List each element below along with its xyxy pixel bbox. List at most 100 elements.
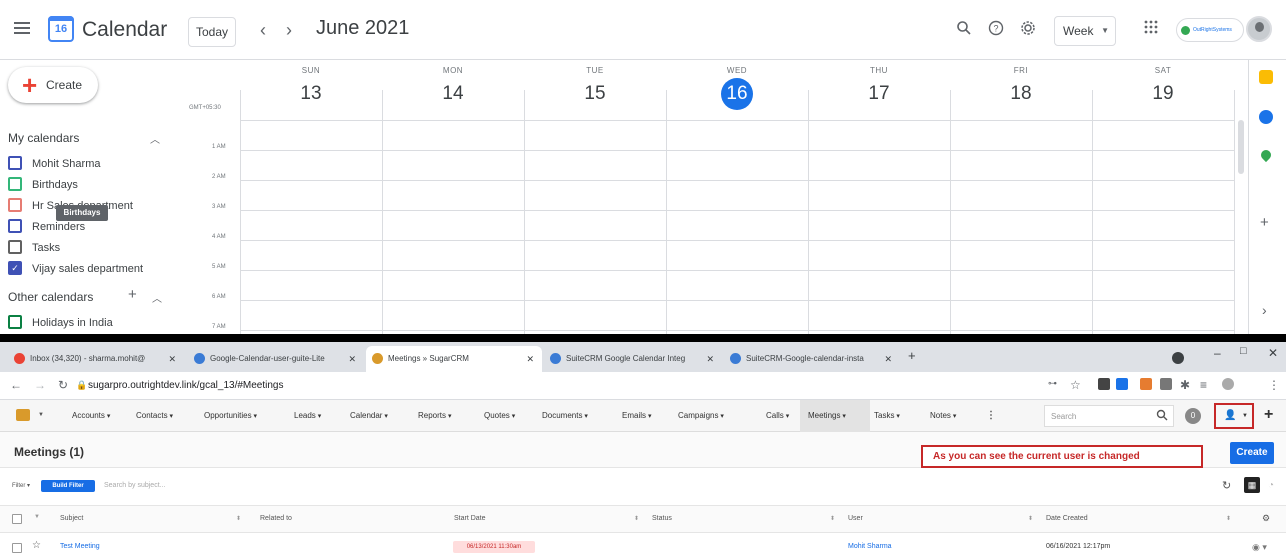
day-header-sat[interactable]: SAT 19 — [1092, 66, 1234, 105]
forward-icon[interactable]: → — [34, 378, 46, 392]
chevron-down-icon[interactable]: ▼ — [34, 514, 40, 520]
my-calendars-heading[interactable]: My calendars — [8, 131, 79, 145]
lock-icon[interactable]: 🔒 — [76, 380, 87, 391]
scrollbar[interactable] — [1238, 120, 1244, 174]
day-header-mon[interactable]: MON 14 — [382, 66, 524, 105]
minimize-icon[interactable]: – — [1214, 346, 1221, 360]
refresh-icon[interactable]: ↻ — [1222, 479, 1231, 492]
day-header-fri[interactable]: FRI 18 — [950, 66, 1092, 105]
nav-item-quotes[interactable]: Quotes ▾ — [484, 411, 515, 420]
extension-icon[interactable] — [1160, 378, 1172, 390]
day-number[interactable]: 13 — [240, 83, 382, 105]
sort-icon[interactable]: ⬍ — [830, 515, 835, 522]
column-date-created[interactable]: Date Created — [1046, 515, 1088, 522]
nav-item-accounts[interactable]: Accounts ▾ — [72, 411, 110, 420]
extension-icon[interactable] — [1140, 378, 1152, 390]
today-button[interactable]: Today — [188, 17, 236, 47]
sort-icon[interactable]: ⬍ — [634, 515, 639, 522]
favorite-star-icon[interactable]: ☆ — [32, 540, 41, 551]
nav-item-campaigns[interactable]: Campaigns ▾ — [678, 411, 724, 420]
chrome-menu-icon[interactable]: ⋮ — [1268, 378, 1280, 392]
expand-panel-chevron-icon[interactable]: › — [1262, 302, 1267, 318]
other-calendars-heading[interactable]: Other calendars — [8, 290, 93, 304]
nav-item-emails[interactable]: Emails ▾ — [622, 411, 651, 420]
search-subject-input[interactable]: Search by subject... — [104, 482, 165, 489]
url-input[interactable]: sugarpro.outrightdev.link/gcal_13/#Meeti… — [88, 380, 284, 391]
collapse-chevron-icon[interactable]: ︿ — [152, 290, 162, 305]
new-tab-plus-icon[interactable]: + — [908, 348, 916, 363]
create-event-button[interactable]: + Create — [8, 67, 98, 103]
sort-icon[interactable]: ⬍ — [1028, 515, 1033, 522]
column-user[interactable]: User — [848, 515, 863, 522]
filter-dropdown[interactable]: Filter ▾ — [12, 482, 30, 489]
calendar-checkbox[interactable] — [8, 219, 22, 233]
view-selector[interactable]: Week ▼ — [1054, 16, 1116, 46]
create-button[interactable]: Create — [1230, 442, 1274, 464]
calendar-checkbox[interactable] — [8, 177, 22, 191]
calendar-checkbox[interactable] — [8, 315, 22, 329]
global-search-input[interactable]: Search — [1044, 405, 1174, 427]
day-number[interactable]: 19 — [1092, 83, 1234, 105]
nav-item-contacts[interactable]: Contacts ▾ — [136, 411, 173, 420]
notification-badge[interactable]: 0 — [1185, 408, 1201, 424]
browser-tab[interactable]: Meetings » SugarCRM ✕ — [366, 346, 542, 372]
search-icon[interactable] — [1156, 408, 1168, 426]
browser-tab[interactable]: Inbox (34,320) - sharma.mohit@ ✕ — [8, 346, 184, 372]
day-number[interactable]: 18 — [950, 83, 1092, 105]
help-icon[interactable]: ? — [988, 20, 1004, 41]
row-subject-link[interactable]: Test Meeting — [60, 543, 100, 550]
column-start-date[interactable]: Start Date — [454, 515, 486, 522]
tasks-icon[interactable] — [1259, 110, 1273, 124]
reading-list-icon[interactable]: ≡ — [1200, 378, 1207, 392]
row-user-link[interactable]: Mohit Sharma — [848, 543, 892, 550]
day-header-wed[interactable]: WED 16 — [666, 66, 808, 110]
row-preview-eye-icon[interactable]: ◉ ▾ — [1252, 542, 1267, 553]
sort-icon[interactable]: ⬍ — [1226, 515, 1231, 522]
column-subject[interactable]: Subject — [60, 515, 83, 522]
day-number[interactable]: 15 — [524, 83, 666, 105]
day-header-sun[interactable]: SUN 13 — [240, 66, 382, 105]
close-tab-icon[interactable]: ✕ — [526, 346, 534, 372]
settings-gear-icon[interactable] — [1020, 20, 1036, 41]
add-calendar-plus-icon[interactable]: + — [128, 286, 137, 303]
browser-tab[interactable]: SuiteCRM Google Calendar Integ ✕ — [544, 346, 722, 372]
chevron-down-icon[interactable]: ▼ — [38, 412, 44, 418]
day-number[interactable]: 14 — [382, 83, 524, 105]
close-tab-icon[interactable]: ✕ — [168, 346, 176, 372]
collapse-chevron-icon[interactable]: ︿ — [150, 131, 160, 146]
sort-icon[interactable]: ⬍ — [236, 515, 241, 522]
checked-checkbox-icon[interactable]: ✓ — [8, 261, 22, 275]
column-settings-gear-icon[interactable]: ⚙ — [1262, 513, 1270, 524]
sugarcrm-logo-icon[interactable] — [16, 409, 30, 421]
nav-item-meetings[interactable]: Meetings ▾ — [808, 411, 846, 420]
next-week-icon[interactable]: › — [286, 20, 292, 41]
calendar-checkbox[interactable] — [8, 198, 22, 212]
calendar-checkbox[interactable] — [8, 240, 22, 254]
puzzle-extensions-icon[interactable]: ✱ — [1180, 378, 1190, 392]
user-menu-highlight[interactable]: 👤 ▼ — [1214, 403, 1254, 429]
column-status[interactable]: Status — [652, 515, 672, 522]
calendar-checkbox[interactable] — [8, 156, 22, 170]
apps-grid-icon[interactable] — [1144, 20, 1158, 39]
day-number[interactable]: 17 — [808, 83, 950, 105]
nav-item-reports[interactable]: Reports ▾ — [418, 411, 451, 420]
gmail-extension-icon[interactable] — [1098, 378, 1110, 390]
add-addon-plus-icon[interactable]: + — [1260, 214, 1269, 231]
close-tab-icon[interactable]: ✕ — [884, 346, 892, 372]
extension-icon[interactable] — [1116, 378, 1128, 390]
more-menu-icon[interactable]: ⋮ — [986, 410, 996, 421]
column-related-to[interactable]: Related to — [260, 515, 292, 522]
browser-tab[interactable]: Google-Calendar-user-guite-Lite ✕ — [188, 346, 364, 372]
profile-icon[interactable] — [1172, 352, 1184, 364]
nav-item-notes[interactable]: Notes ▾ — [930, 411, 956, 420]
key-icon[interactable]: ⊶ — [1048, 378, 1057, 389]
build-filter-button[interactable]: Build Filter — [41, 480, 95, 492]
close-tab-icon[interactable]: ✕ — [348, 346, 356, 372]
nav-item-calendar[interactable]: Calendar ▾ — [350, 411, 388, 420]
close-tab-icon[interactable]: ✕ — [706, 346, 714, 372]
row-checkbox[interactable] — [12, 543, 22, 553]
today-date-number[interactable]: 16 — [721, 78, 753, 110]
nav-item-documents[interactable]: Documents ▾ — [542, 411, 588, 420]
browser-tab[interactable]: SuiteCRM-Google-calendar-insta ✕ — [724, 346, 900, 372]
bookmark-star-icon[interactable]: ☆ — [1070, 378, 1081, 392]
